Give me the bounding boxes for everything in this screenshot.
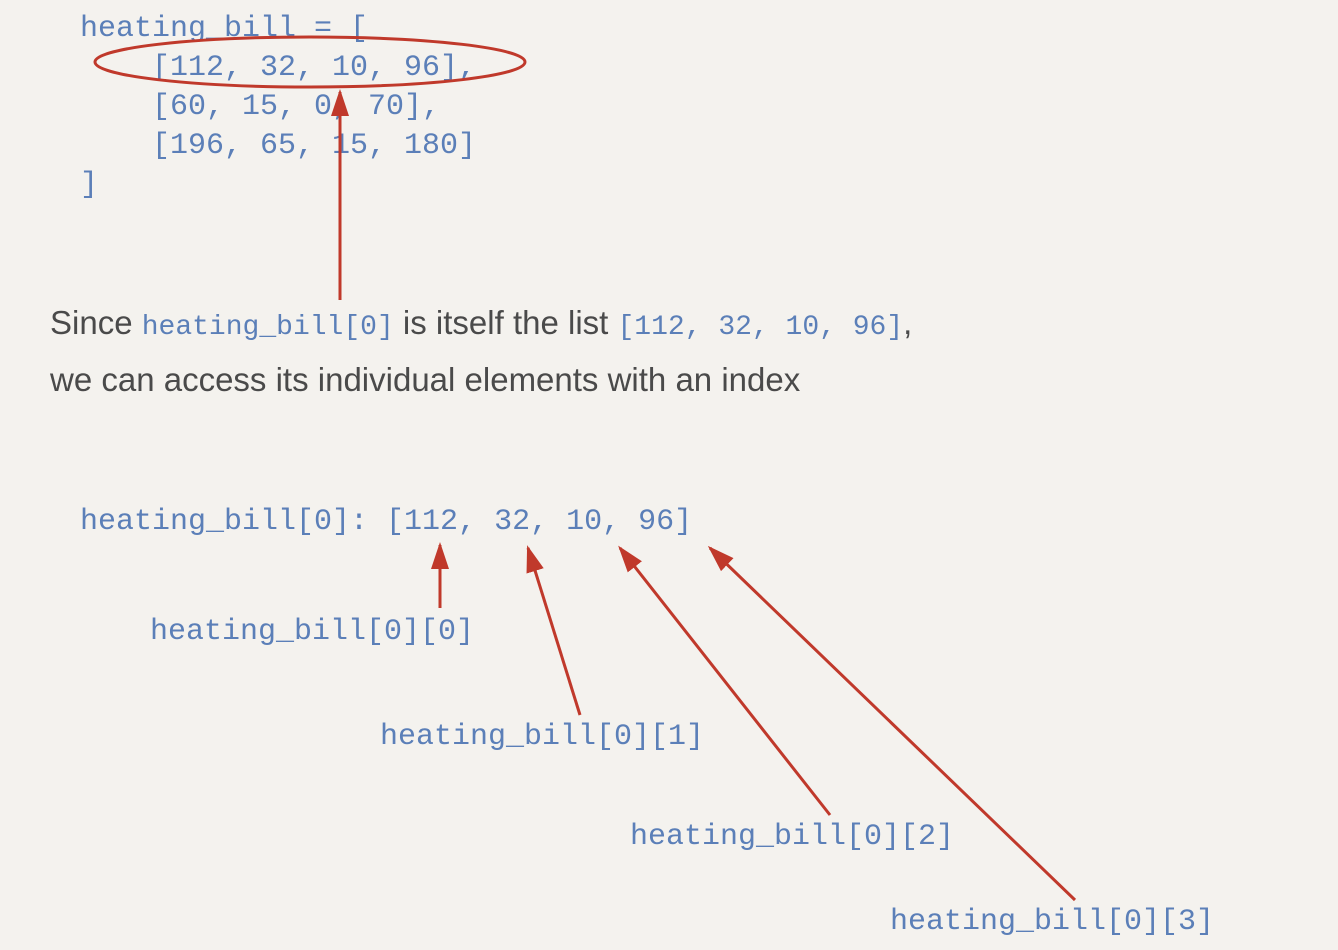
index-label-2: heating_bill[0][2] <box>630 820 954 854</box>
text-fragment: , <box>903 304 912 341</box>
index-label-1: heating_bill[0][1] <box>380 720 704 754</box>
explanation-paragraph: Since heating_bill[0] is itself the list… <box>50 295 912 408</box>
text-fragment: we can access its individual elements wi… <box>50 361 800 398</box>
arrow-idx2 <box>620 548 830 815</box>
code-inline: heating_bill[0] <box>142 312 394 343</box>
row-zero-display: heating_bill[0]: [112, 32, 10, 96] <box>80 505 692 539</box>
code-block-definition: heating_bill = [ [112, 32, 10, 96], [60,… <box>80 10 476 205</box>
code-line: [60, 15, 0, 70], <box>80 90 440 124</box>
code-line: [196, 65, 15, 180] <box>80 129 476 163</box>
arrow-idx1 <box>528 548 580 715</box>
code-line: heating_bill = [ <box>80 12 368 46</box>
code-line: ] <box>80 168 98 202</box>
code-inline: [112, 32, 10, 96] <box>618 312 904 343</box>
index-label-0: heating_bill[0][0] <box>150 615 474 649</box>
text-fragment: is itself the list <box>394 304 618 341</box>
text-fragment: Since <box>50 304 142 341</box>
code-line: [112, 32, 10, 96], <box>80 51 476 85</box>
index-label-3: heating_bill[0][3] <box>890 905 1214 939</box>
